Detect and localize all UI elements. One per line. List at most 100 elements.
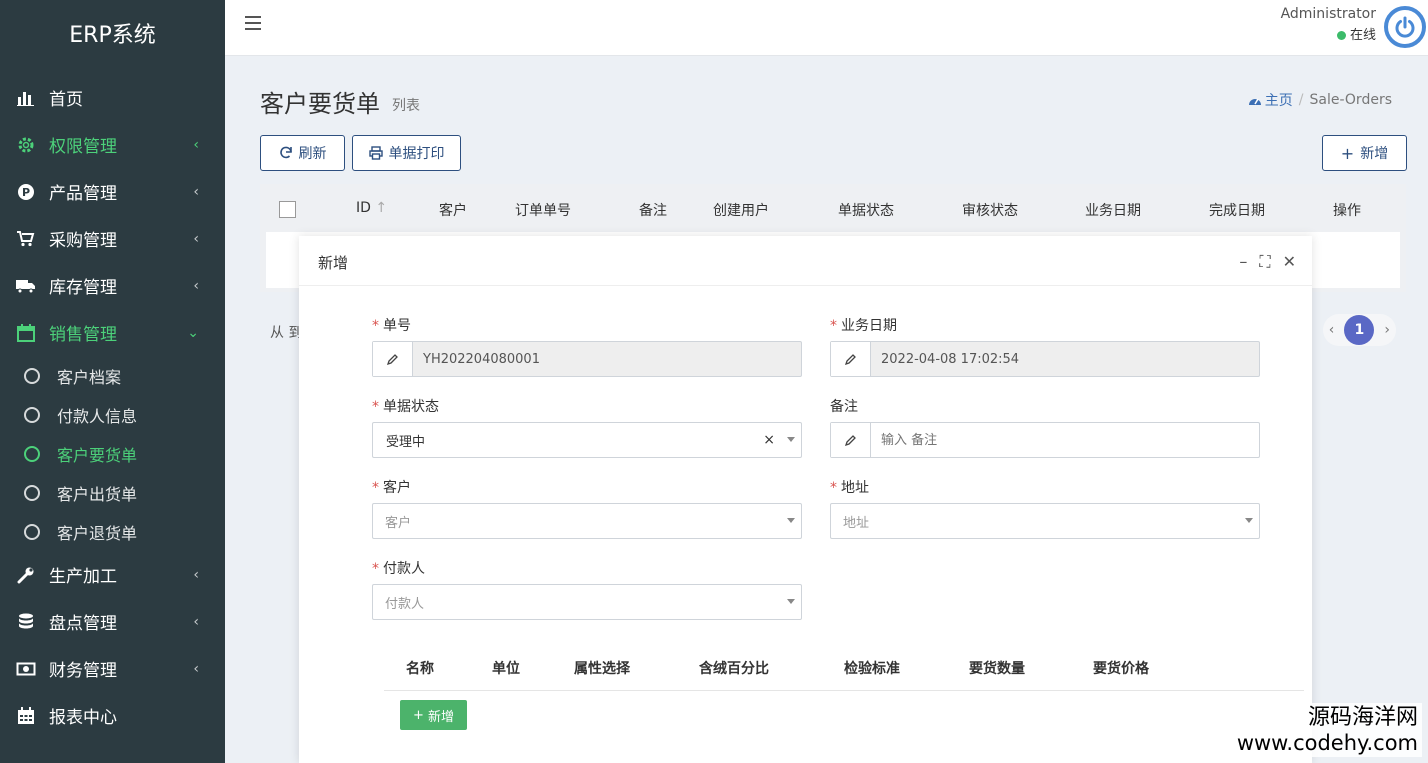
detail-column-header: 单位 (492, 661, 520, 677)
caret-down-icon (787, 599, 795, 604)
column-header[interactable]: 操作 (1333, 200, 1361, 220)
sidebar-item-label: 采购管理 (49, 231, 117, 251)
sidebar-subitem-label: 客户退货单 (57, 523, 138, 543)
print-button-label: 单据打印 (388, 146, 445, 162)
column-header[interactable]: 单据状态 (838, 200, 894, 220)
brand-logo[interactable]: ERP系统 (0, 0, 225, 66)
sidebar-item-label: 首页 (49, 90, 83, 110)
bar-chart-icon (16, 88, 36, 108)
maximize-icon[interactable]: ⛶ (1259, 252, 1270, 272)
sidebar-item-purchase[interactable]: 采购管理 ‹ (0, 215, 225, 262)
p-circle-icon: P (16, 182, 36, 202)
sidebar-item-permissions[interactable]: 权限管理 ‹ (0, 121, 225, 168)
sidebar-item-label: 报表中心 (49, 708, 117, 728)
sidebar-subitem-label: 客户出货单 (57, 484, 138, 504)
sidebar-item-finance[interactable]: 财务管理 ‹ (0, 645, 225, 692)
sidebar-subitem-label: 客户档案 (57, 367, 122, 387)
caret-down-icon (1245, 518, 1253, 523)
close-icon[interactable]: ✕ (1283, 252, 1296, 272)
order-no-field[interactable]: YH202204080001 (372, 341, 802, 377)
caret-down-icon (787, 437, 795, 442)
user-status-text: 在线 (1349, 28, 1376, 43)
minimize-icon[interactable]: – (1239, 252, 1247, 272)
column-header[interactable]: 备注 (639, 200, 667, 220)
sidebar-item-sales[interactable]: 销售管理 ⌄ (0, 309, 225, 356)
payer-select[interactable]: 付款人 (372, 584, 802, 620)
plus-icon: + (413, 707, 424, 723)
dialog-controls: – ⛶ ✕ (1239, 252, 1296, 272)
column-header[interactable]: 客户 (439, 200, 467, 220)
detail-column-header: 要货数量 (969, 661, 1025, 677)
refresh-button[interactable]: 刷新 (260, 135, 345, 171)
prev-page-button[interactable]: ‹ (1329, 322, 1335, 338)
sidebar-subitem-customer-files[interactable]: 客户档案 (0, 356, 225, 395)
print-button[interactable]: 单据打印 (352, 135, 461, 171)
sidebar-subitem-payer-info[interactable]: 付款人信息 (0, 395, 225, 434)
sidebar-subitem-customer-shipments[interactable]: 客户出货单 (0, 473, 225, 512)
sidebar-item-label: 销售管理 (49, 325, 117, 345)
breadcrumb-home-label: 主页 (1264, 93, 1293, 109)
dashboard-icon (1248, 98, 1261, 105)
status-select[interactable]: 受理中 × (372, 422, 802, 458)
circle-icon (24, 445, 40, 462)
sidebar-item-production[interactable]: 生产加工 ‹ (0, 551, 225, 598)
breadcrumb-separator: / (1298, 92, 1304, 108)
column-header-id[interactable]: ID ↑ (356, 200, 387, 216)
chevron-left-icon: ‹ (193, 660, 199, 677)
add-button-label: 新增 (1360, 146, 1389, 162)
detail-column-header: 要货价格 (1093, 661, 1149, 677)
column-header[interactable]: 审核状态 (962, 200, 1018, 220)
sidebar: ERP系统 首页 权限管理 ‹ P 产品管理 ‹ 采购管理 ‹ 库存管理 ‹ 销… (0, 0, 225, 763)
pencil-icon (373, 342, 413, 376)
user-status: 在线 (1281, 24, 1376, 43)
circle-icon (24, 406, 40, 423)
menu-toggle-icon[interactable] (245, 16, 261, 30)
watermark-line1: 源码海洋网 (1307, 705, 1418, 730)
avatar[interactable] (1384, 6, 1426, 48)
printer-icon (368, 146, 383, 160)
next-page-button[interactable]: › (1384, 322, 1390, 338)
add-button[interactable]: + 新增 (1322, 135, 1407, 171)
sidebar-subitem-label: 付款人信息 (57, 406, 138, 426)
sidebar-item-products[interactable]: P 产品管理 ‹ (0, 168, 225, 215)
sidebar-item-home[interactable]: 首页 (0, 74, 225, 121)
order-no-label: * 单号 (372, 318, 411, 334)
column-header[interactable]: 订单单号 (515, 200, 571, 220)
svg-text:P: P (22, 186, 30, 199)
address-select[interactable]: 地址 (830, 503, 1260, 539)
remark-field[interactable] (830, 422, 1260, 458)
column-header[interactable]: 完成日期 (1209, 200, 1265, 220)
add-row-button-label: 新增 (427, 709, 454, 725)
sidebar-subitem-customer-returns[interactable]: 客户退货单 (0, 512, 225, 551)
pencil-icon (831, 423, 871, 457)
sidebar-submenu-sales: 客户档案 付款人信息 客户要货单 客户出货单 客户退货单 (0, 356, 225, 551)
sidebar-item-inventory[interactable]: 库存管理 ‹ (0, 262, 225, 309)
customer-select[interactable]: 客户 (372, 503, 802, 539)
chevron-left-icon: ‹ (193, 566, 199, 583)
sidebar-item-reports[interactable]: 报表中心 (0, 692, 225, 739)
sidebar-subitem-customer-orders[interactable]: 客户要货单 (0, 434, 225, 473)
column-header[interactable]: 创建用户 (713, 200, 769, 220)
breadcrumb: 主页 / Sale-Orders (1248, 90, 1392, 110)
biz-date-field[interactable]: 2022-04-08 17:02:54 (830, 341, 1260, 377)
status-value: 受理中 (386, 434, 426, 450)
user-name: Administrator (1280, 6, 1376, 22)
circle-icon (24, 484, 40, 501)
order-no-value: YH202204080001 (423, 351, 540, 367)
sidebar-item-stocktake[interactable]: 盘点管理 ‹ (0, 598, 225, 645)
breadcrumb-home[interactable]: 主页 (1248, 90, 1293, 110)
remark-label: 备注 (830, 399, 858, 415)
calendar-icon (16, 323, 36, 343)
select-all-checkbox[interactable] (279, 201, 296, 218)
sidebar-item-label: 盘点管理 (49, 614, 117, 634)
remark-input[interactable] (871, 431, 1251, 449)
page-number-button[interactable]: 1 (1344, 315, 1375, 345)
user-panel[interactable]: Administrator 在线 (1281, 6, 1376, 43)
caret-down-icon (787, 518, 795, 523)
clear-icon[interactable]: × (763, 432, 775, 448)
address-placeholder: 地址 (843, 515, 870, 531)
add-row-button[interactable]: + 新增 (400, 700, 467, 730)
column-header[interactable]: 业务日期 (1085, 200, 1141, 220)
address-label: * 地址 (830, 480, 869, 496)
breadcrumb-current: Sale-Orders (1309, 92, 1393, 108)
